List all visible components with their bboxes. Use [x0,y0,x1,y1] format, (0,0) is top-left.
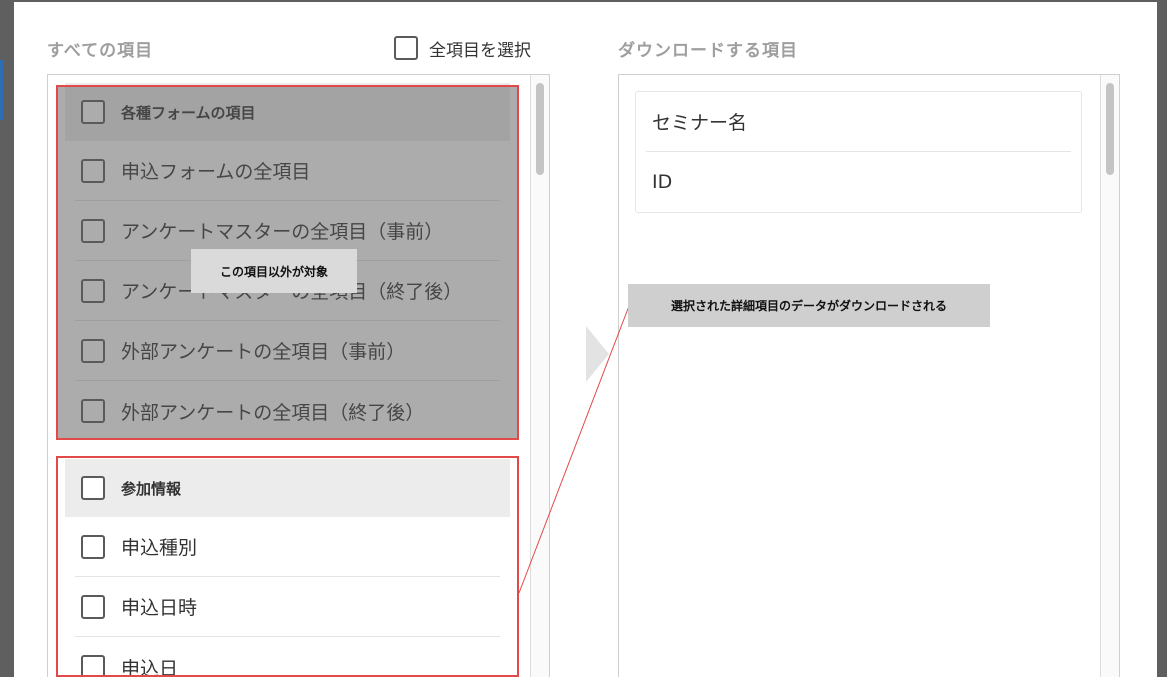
excluded-items-note: この項目以外が対象 [191,249,357,293]
group-header-label: 各種フォームの項目 [121,103,256,122]
right-scrollbar-thumb[interactable] [1106,83,1114,175]
list-item-label: 申込種別 [121,537,198,559]
checkbox-icon[interactable] [81,100,105,124]
checkbox-icon[interactable] [394,36,418,60]
download-items-title: ダウンロードする項目 [618,41,798,61]
checkbox-icon[interactable] [81,338,105,363]
list-item[interactable]: 申込日 [75,637,500,677]
group-participation-info: 参加情報 申込種別 申込日時 申込日 [65,459,510,677]
download-items-note: 選択された詳細項目のデータがダウンロードされる [628,284,990,327]
left-scrollbar[interactable] [530,75,549,677]
group-header-label: 参加情報 [121,479,182,498]
list-item-label: 申込日時 [121,597,198,619]
selected-items-card: セミナー名 ID [635,91,1082,213]
checkbox-icon[interactable] [81,655,105,677]
list-item[interactable]: ID [646,152,1071,212]
list-item-label: アンケートマスターの全項目（事前） [121,221,444,243]
checkbox-icon[interactable] [81,476,105,500]
list-item[interactable]: 申込日時 [75,577,500,637]
list-item-label: 外部アンケートの全項目（事前） [121,341,406,363]
checkbox-icon[interactable] [81,218,105,243]
right-scrollbar[interactable] [1100,75,1119,677]
list-item[interactable]: 申込フォームの全項目 [75,141,500,201]
list-item-label: 申込日 [121,657,179,677]
checkbox-icon[interactable] [81,534,105,559]
list-item[interactable]: セミナー名 [646,92,1071,152]
left-scrollbar-thumb[interactable] [536,83,544,175]
checkbox-icon[interactable] [81,158,105,183]
select-all-label: 全項目を選択 [429,40,531,61]
list-item-label: 申込フォームの全項目 [121,161,311,183]
select-all-checkbox[interactable]: 全項目を選択 [394,35,531,61]
checkbox-icon[interactable] [81,594,105,619]
transfer-arrow-icon [586,326,609,382]
group-header[interactable]: 各種フォームの項目 [65,83,510,141]
background-edge-accent [0,60,3,120]
list-item[interactable]: 申込種別 [75,517,500,577]
checkbox-icon[interactable] [81,278,105,303]
list-item[interactable]: 外部アンケートの全項目（終了後） [75,381,500,441]
group-header[interactable]: 参加情報 [65,459,510,517]
checkbox-icon[interactable] [81,399,105,423]
list-item[interactable]: 外部アンケートの全項目（事前） [75,321,500,381]
all-items-title: すべての項目 [47,41,154,61]
list-item-label: 外部アンケートの全項目（終了後） [121,401,425,424]
